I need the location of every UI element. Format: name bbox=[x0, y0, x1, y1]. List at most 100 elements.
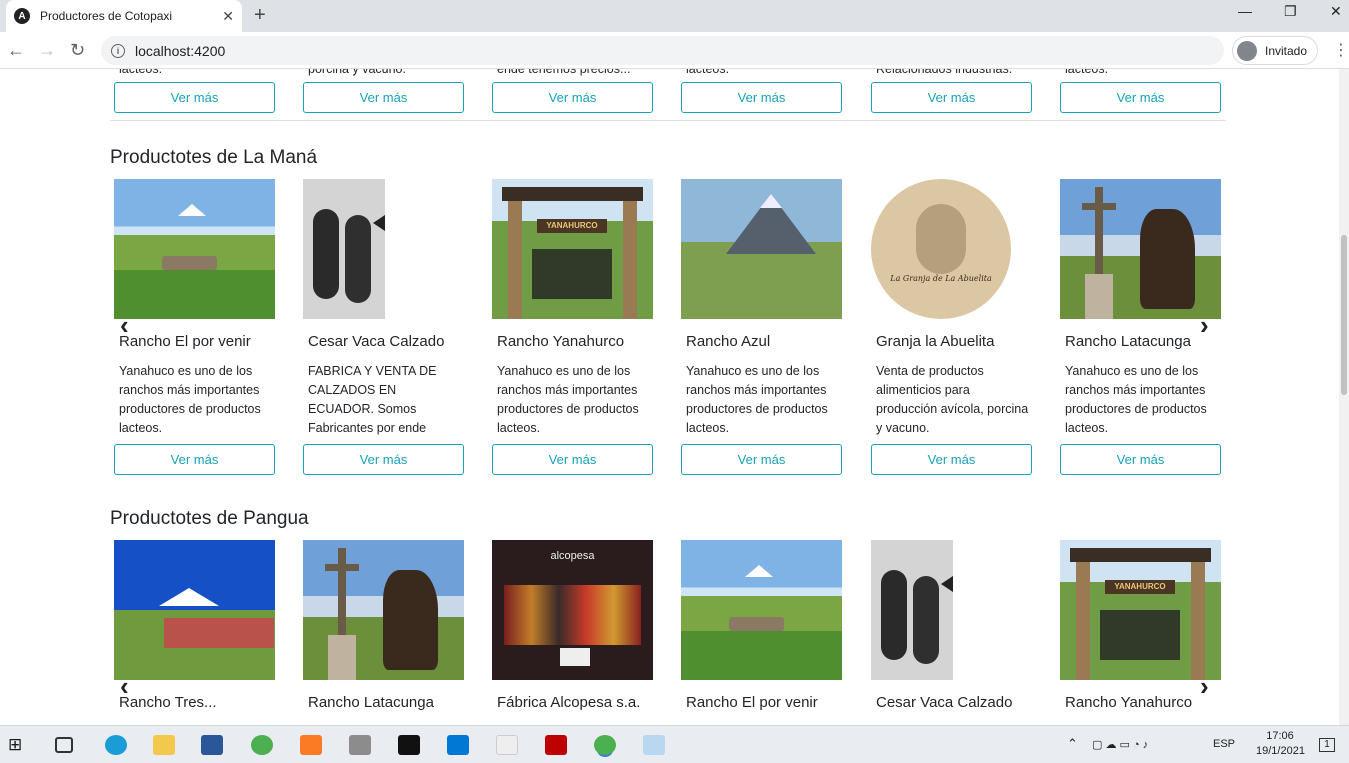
task-view-icon[interactable] bbox=[55, 737, 73, 753]
image-sign-text: YANAHURCO bbox=[537, 219, 607, 233]
product-image: alcopesa bbox=[492, 540, 653, 680]
notification-icon[interactable]: 1 bbox=[1319, 738, 1335, 752]
close-tab-icon[interactable]: ✕ bbox=[222, 8, 234, 25]
section-divider bbox=[110, 120, 1226, 121]
xampp-icon[interactable] bbox=[300, 735, 322, 755]
ver-mas-button[interactable]: Ver más bbox=[114, 444, 275, 475]
ver-mas-button[interactable]: Ver más bbox=[681, 444, 842, 475]
paint-icon[interactable] bbox=[643, 735, 665, 755]
product-name: Rancho Latacunga bbox=[1065, 333, 1191, 350]
product-image bbox=[114, 179, 275, 319]
tab-title: Productores de Cotopaxi bbox=[40, 9, 173, 23]
ver-mas-button[interactable]: Ver más bbox=[1060, 444, 1221, 475]
product-card: YANAHURCO Rancho Yanahurco Yanahuco es uno… bbox=[492, 179, 653, 438]
ver-mas-button[interactable]: Ver más bbox=[1060, 82, 1221, 113]
filezilla-icon[interactable] bbox=[545, 735, 567, 755]
product-card: Cesar Vaca Calzado bbox=[871, 540, 1032, 711]
browser-tab[interactable]: A Productores de Cotopaxi ✕ bbox=[6, 0, 242, 32]
product-image bbox=[114, 540, 275, 680]
gimp-icon[interactable] bbox=[349, 735, 371, 755]
angular-icon: A bbox=[14, 8, 30, 24]
product-name: Rancho El por venir bbox=[686, 694, 818, 711]
product-name: Rancho Latacunga bbox=[308, 694, 434, 711]
profile-button[interactable]: Invitado bbox=[1232, 36, 1318, 65]
terminal-icon[interactable] bbox=[398, 735, 420, 755]
product-image bbox=[1060, 179, 1221, 319]
product-card: YANAHURCO Rancho Yanahurco bbox=[1060, 540, 1221, 711]
restore-icon[interactable]: ❐ bbox=[1284, 3, 1297, 20]
ver-mas-button[interactable]: Ver más bbox=[871, 82, 1032, 113]
description-fragment: Relacionados industrias. bbox=[876, 69, 1013, 76]
product-name: Rancho El por venir bbox=[119, 333, 251, 350]
product-image bbox=[681, 540, 842, 680]
product-description: Yanahuco es uno de los ranchos más impor… bbox=[497, 364, 639, 435]
product-image bbox=[871, 540, 1032, 680]
carousel-next-icon[interactable]: › bbox=[1200, 671, 1209, 702]
language-indicator[interactable]: ESP bbox=[1213, 738, 1235, 750]
product-card: alcopesa Fábrica Alcopesa s.a. bbox=[492, 540, 653, 711]
ver-mas-button[interactable]: Ver más bbox=[871, 444, 1032, 475]
ver-mas-button[interactable]: Ver más bbox=[492, 82, 653, 113]
carousel-prev-icon[interactable]: ‹ bbox=[120, 310, 129, 341]
info-icon[interactable]: i bbox=[111, 43, 125, 58]
forward-icon[interactable]: → bbox=[38, 40, 56, 61]
clock-date: 19/1/2021 bbox=[1256, 745, 1305, 757]
product-card: Rancho Azul Yanahuco es uno de los rancho… bbox=[681, 179, 842, 438]
scrollbar[interactable] bbox=[1339, 69, 1349, 725]
file-explorer-icon[interactable] bbox=[153, 735, 175, 755]
ver-mas-button[interactable]: Ver más bbox=[681, 82, 842, 113]
word-icon[interactable] bbox=[201, 735, 223, 755]
product-name: Cesar Vaca Calzado bbox=[308, 333, 445, 350]
image-sign-text: alcopesa bbox=[550, 550, 595, 562]
avatar-icon bbox=[1237, 40, 1257, 61]
close-window-icon[interactable]: ✕ bbox=[1330, 3, 1342, 20]
tray-expand-icon[interactable]: ⌃ bbox=[1067, 736, 1078, 752]
product-card: Rancho Latacunga Yanahuco es uno de los r… bbox=[1060, 179, 1221, 438]
product-name: Granja la Abuelita bbox=[876, 333, 995, 350]
section-title-pangua: Productotes de Pangua bbox=[110, 508, 309, 529]
product-card: Rancho El por venir Yanahuco es uno de lo… bbox=[114, 179, 275, 438]
kebab-menu-icon[interactable]: ⋮ bbox=[1333, 40, 1349, 60]
minimize-icon[interactable]: — bbox=[1238, 3, 1252, 19]
tray-icons[interactable]: ▢ ☁ ▭ ◔ ♪ bbox=[1092, 738, 1148, 751]
image-sign-text: YANAHURCO bbox=[1105, 580, 1175, 594]
ver-mas-button[interactable]: Ver más bbox=[492, 444, 653, 475]
product-description: FABRICA Y VENTA DE CALZADOS EN ECUADOR. … bbox=[308, 364, 437, 435]
tab-strip: A Productores de Cotopaxi ✕ + — ❐ ✕ bbox=[0, 0, 1349, 32]
product-image bbox=[303, 540, 464, 680]
new-tab-button[interactable]: + bbox=[254, 4, 266, 27]
carousel-next-icon[interactable]: › bbox=[1200, 310, 1209, 341]
product-name: Rancho Azul bbox=[686, 333, 771, 350]
ver-mas-button[interactable]: Ver más bbox=[114, 82, 275, 113]
description-fragment: lacteos. bbox=[1065, 69, 1109, 76]
back-icon[interactable]: ← bbox=[7, 40, 25, 61]
browser-toolbar: ← → ↻ i localhost:4200 Invitado ⋮ bbox=[0, 32, 1349, 69]
product-name: Rancho Yanahurco bbox=[497, 333, 625, 350]
edge-icon[interactable] bbox=[105, 735, 127, 755]
product-image: YANAHURCO bbox=[1060, 540, 1221, 680]
scrollbar-thumb[interactable] bbox=[1341, 235, 1347, 395]
product-image: La Granja de La Abuelita bbox=[871, 179, 1032, 319]
product-card: Cesar Vaca Calzado FABRICA Y VENTA DE CAL… bbox=[303, 179, 464, 438]
chrome-icon[interactable] bbox=[251, 735, 273, 755]
chrome-active-icon[interactable] bbox=[594, 735, 616, 755]
ver-mas-button[interactable]: Ver más bbox=[303, 82, 464, 113]
product-card: Rancho Latacunga bbox=[303, 540, 464, 711]
url-text: localhost:4200 bbox=[135, 42, 226, 59]
reload-icon[interactable]: ↻ bbox=[70, 40, 85, 61]
carousel-prev-icon[interactable]: ‹ bbox=[120, 671, 129, 702]
windows-taskbar: ⊞ ⌃ ▢ ☁ ▭ ◔ ♪ ESP 17:06 19/1/2021 1 bbox=[0, 725, 1349, 763]
vscode-icon[interactable] bbox=[447, 735, 469, 755]
app-icon[interactable] bbox=[496, 735, 518, 755]
section-title-la-mana: Productotes de La Maná bbox=[110, 147, 318, 168]
product-card: Rancho El por venir bbox=[681, 540, 842, 711]
description-fragment: porcina y vacuno. bbox=[308, 69, 406, 76]
clock[interactable]: 17:06 19/1/2021 bbox=[1256, 730, 1305, 757]
windows-start-icon[interactable]: ⊞ bbox=[8, 735, 30, 755]
page-content: lacteos. porcina y vacuno. ende tenemos pr… bbox=[0, 69, 1349, 725]
clock-time: 17:06 bbox=[1266, 730, 1294, 742]
address-bar[interactable]: i localhost:4200 bbox=[101, 36, 1224, 65]
image-sign-text: La Granja de La Abuelita bbox=[890, 274, 992, 283]
description-fragment: lacteos. bbox=[686, 69, 730, 76]
ver-mas-button[interactable]: Ver más bbox=[303, 444, 464, 475]
